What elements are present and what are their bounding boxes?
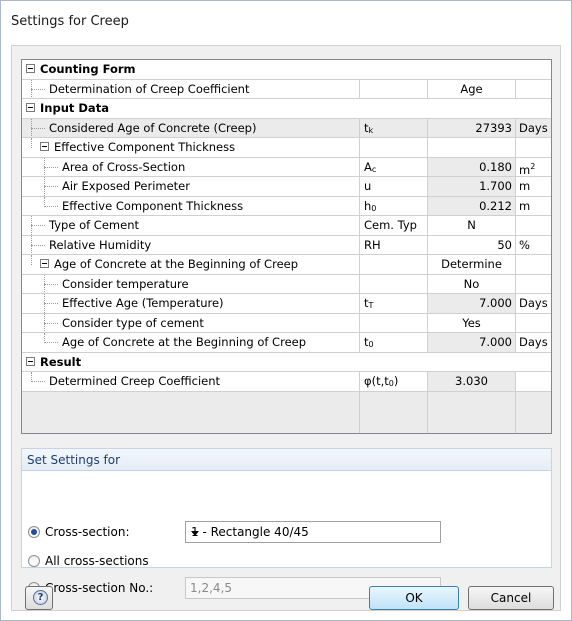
table-row[interactable]: Considered Age of Concrete (Creep) tk 27… [22, 118, 551, 138]
row-symbol [360, 79, 428, 99]
cancel-button[interactable]: Cancel [468, 586, 554, 610]
row-symbol: RH [360, 235, 428, 255]
row-unit [516, 80, 551, 99]
row-symbol: u [360, 177, 428, 197]
group-title: Set Settings for [27, 453, 121, 467]
table-row[interactable]: Relative Humidity RH 50 % [22, 235, 551, 255]
table-row[interactable]: Effective Age (Temperature) tT 7.000 Day… [22, 294, 551, 314]
radio-label: Cross-section: [45, 525, 130, 539]
row-symbol: φ(t,t0) [360, 372, 428, 392]
row-value[interactable]: 27393 [428, 118, 516, 138]
row-unit: m [516, 177, 551, 197]
section-label: Result [40, 354, 82, 369]
collapse-toggle-icon[interactable] [40, 142, 49, 151]
collapse-toggle-icon[interactable] [40, 259, 49, 268]
help-button[interactable]: ? [25, 586, 53, 610]
table-row[interactable]: Air Exposed Perimeter u 1.700 m [22, 177, 551, 197]
parameter-table: Counting Form Determination of Creep Coe… [21, 59, 552, 434]
section-row-counting-form[interactable]: Counting Form [22, 60, 551, 80]
row-value[interactable]: 0.180 [428, 157, 516, 177]
cross-section-dropdown[interactable]: 1 - Rectangle 40/45 [185, 521, 441, 543]
row-value[interactable]: 50 [428, 235, 516, 255]
row-value[interactable]: No [428, 274, 516, 294]
row-label: Consider temperature [62, 276, 189, 291]
row-unit: Days [516, 118, 551, 138]
dropdown-value: 1 - Rectangle 40/45 [191, 525, 309, 539]
row-label: Effective Component Thickness [54, 140, 236, 154]
row-value[interactable]: Determine [428, 255, 516, 275]
section-row-input-data[interactable]: Input Data [22, 99, 551, 119]
set-settings-group: Set Settings for Cross-section: All cros… [21, 448, 552, 595]
table-row[interactable]: Determination of Creep Coefficient Age [22, 79, 551, 99]
row-label: Age of Concrete at the Beginning of Cree… [62, 335, 307, 349]
row-unit: m [516, 197, 551, 216]
row-value[interactable]: Age [428, 79, 516, 99]
collapse-toggle-icon[interactable] [26, 356, 35, 366]
row-symbol: Ac [360, 157, 428, 177]
row-label: Age of Concrete at the Beginning of Cree… [54, 257, 299, 271]
group-row-effective-thickness[interactable]: Effective Component Thickness [22, 138, 551, 158]
radio-label: All cross-sections [45, 554, 149, 568]
row-unit: Days [516, 333, 551, 353]
radio-label: Cross-section No.: [45, 581, 154, 595]
table-row[interactable]: Type of Cement Cem. Typ N [22, 216, 551, 236]
row-unit: % [516, 236, 551, 255]
row-symbol: tk [360, 118, 428, 138]
row-value[interactable]: 1.700 [428, 177, 516, 197]
table-row[interactable]: Determined Creep Coefficient φ(t,t0) 3.0… [22, 372, 551, 392]
row-label: Effective Component Thickness [62, 198, 244, 213]
row-unit [516, 216, 551, 236]
table-row[interactable]: Effective Component Thickness h0 0.212 m [22, 196, 551, 216]
row-label: Determination of Creep Coefficient [49, 81, 250, 96]
radio-button[interactable] [28, 555, 40, 567]
table-row[interactable]: Consider type of cement Yes [22, 313, 551, 333]
row-symbol: h0 [360, 196, 428, 216]
row-label: Determined Creep Coefficient [49, 374, 221, 388]
dialog-title: Settings for Creep [11, 14, 129, 29]
help-icon: ? [33, 590, 48, 605]
chevron-down-icon [191, 531, 199, 536]
group-row-age-of-concrete[interactable]: Age of Concrete at the Beginning of Cree… [22, 255, 551, 275]
row-label: Type of Cement [49, 218, 139, 232]
row-value[interactable]: N [428, 216, 516, 236]
empty-row [22, 391, 551, 433]
dialog-body: Counting Form Determination of Creep Coe… [11, 45, 561, 611]
radio-button-selected[interactable] [28, 526, 40, 538]
row-label: Relative Humidity [49, 237, 152, 252]
row-value[interactable]: 7.000 [428, 333, 516, 353]
settings-dialog: Settings for Creep Counting Form Determi… [0, 0, 572, 621]
section-label: Counting Form [40, 62, 136, 76]
row-label: Air Exposed Perimeter [62, 179, 190, 193]
row-label: Considered Age of Concrete (Creep) [49, 120, 257, 135]
table-row[interactable]: Age of Concrete at the Beginning of Cree… [22, 333, 551, 353]
table-row[interactable]: Consider temperature No [22, 274, 551, 294]
row-symbol: Cem. Typ [360, 216, 428, 236]
section-row-result[interactable]: Result [22, 352, 551, 372]
row-label: Area of Cross-Section [62, 159, 186, 174]
collapse-toggle-icon[interactable] [26, 103, 35, 112]
row-unit: m2 [516, 158, 551, 177]
row-value[interactable]: Yes [428, 313, 516, 333]
group-header: Set Settings for [22, 449, 551, 471]
ok-button[interactable]: OK [369, 586, 459, 610]
table-row[interactable]: Area of Cross-Section Ac 0.180 m2 [22, 157, 551, 177]
row-label: Consider type of cement [62, 315, 204, 330]
row-symbol: tT [360, 294, 428, 314]
row-value[interactable]: 0.212 [428, 196, 516, 216]
section-label: Input Data [40, 101, 109, 115]
input-placeholder: 1,2,4,5 [190, 581, 232, 595]
collapse-toggle-icon[interactable] [26, 64, 35, 73]
row-value[interactable]: 7.000 [428, 294, 516, 314]
row-unit: Days [516, 294, 551, 314]
row-value: 3.030 [428, 372, 516, 392]
row-label: Effective Age (Temperature) [62, 296, 224, 310]
title-bar: Settings for Creep [1, 1, 571, 41]
row-symbol: t0 [360, 333, 428, 353]
